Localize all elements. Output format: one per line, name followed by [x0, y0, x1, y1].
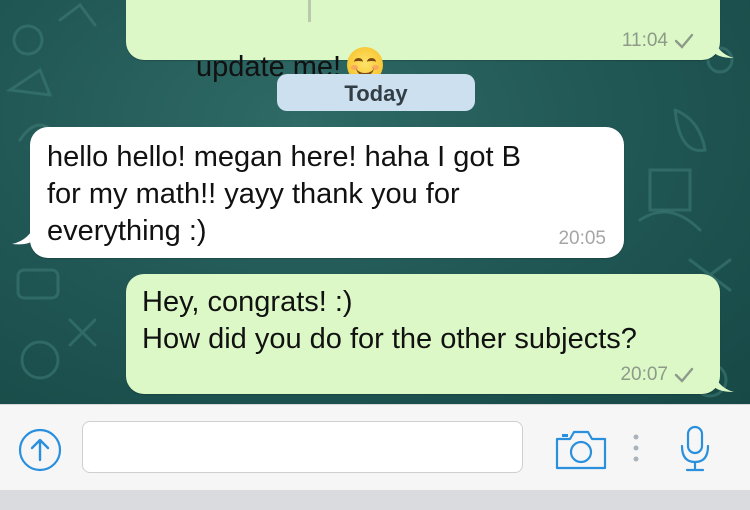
camera-icon: [555, 430, 607, 470]
vertical-dots-icon: [633, 434, 639, 462]
message-time: 11:04: [621, 30, 668, 51]
bubble-tail: [712, 370, 734, 392]
message-text: hello hello! megan here! haha I got B fo…: [47, 141, 521, 247]
message-time: 20:05: [558, 228, 606, 249]
outgoing-message-bubble[interactable]: update me! 11:04: [126, 0, 720, 83]
message-input-bar: [0, 404, 750, 490]
upload-arrow-icon: [18, 428, 62, 472]
microphone-button[interactable]: [672, 423, 718, 475]
message-text: Hey, congrats! :) How did you do for the…: [142, 286, 637, 355]
message-meta: 20:07: [620, 364, 694, 386]
camera-button[interactable]: [553, 425, 609, 473]
keyboard-top-edge: [0, 490, 750, 510]
message-meta: 20:05: [558, 228, 606, 250]
incoming-message-bubble[interactable]: hello hello! megan here! haha I got B fo…: [30, 127, 624, 258]
microphone-icon: [680, 425, 710, 472]
upload-button[interactable]: [16, 426, 64, 474]
message-meta: 11:04: [622, 30, 694, 52]
sent-check-icon: [674, 367, 694, 383]
more-options-button[interactable]: [628, 431, 644, 465]
bubble-tail: [712, 36, 734, 58]
message-input[interactable]: [82, 421, 523, 473]
message-time: 20:07: [620, 364, 668, 385]
outgoing-message-bubble[interactable]: Hey, congrats! :) How did you do for the…: [126, 274, 720, 394]
sent-check-icon: [674, 33, 694, 49]
date-separator: Today: [277, 74, 475, 111]
